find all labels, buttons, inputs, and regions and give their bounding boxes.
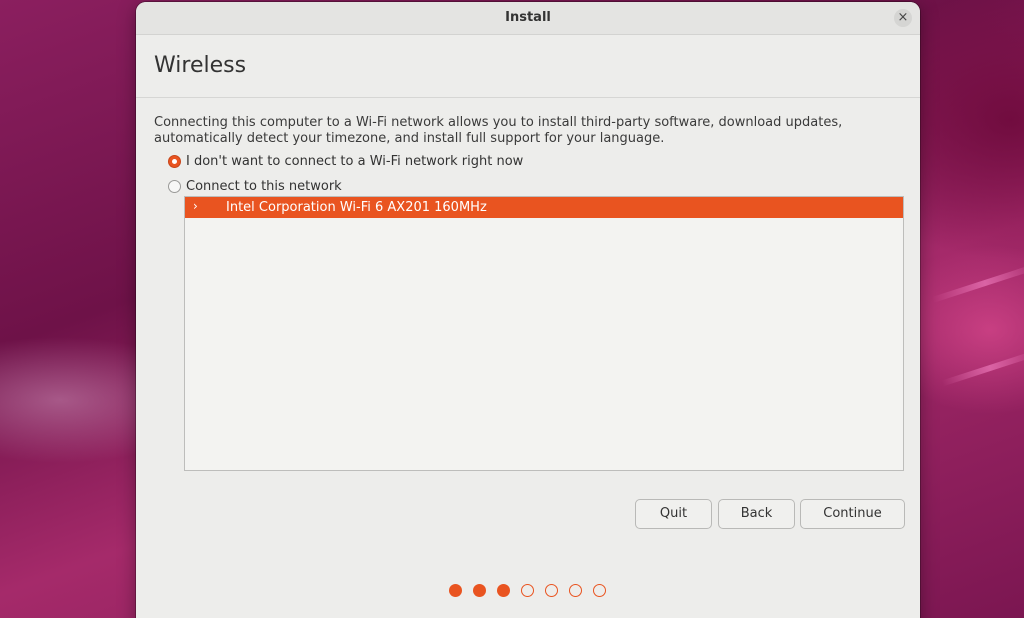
quit-button[interactable]: Quit <box>635 499 712 529</box>
chevron-right-icon[interactable]: › <box>193 199 198 213</box>
radio-unchecked-icon[interactable] <box>168 179 181 193</box>
window-titlebar[interactable]: Install × <box>136 2 920 35</box>
progress-dot-pending <box>569 584 582 597</box>
option-no-wifi-label: I don't want to connect to a Wi-Fi netwo… <box>186 153 524 169</box>
progress-dot-complete <box>449 584 462 597</box>
wallpaper-streak <box>931 263 1024 303</box>
network-list-item[interactable]: › Intel Corporation Wi-Fi 6 AX201 160MHz <box>185 197 903 218</box>
page-header: Wireless <box>136 35 920 98</box>
wallpaper-streak <box>941 349 1024 387</box>
close-icon[interactable]: × <box>894 9 912 27</box>
option-no-wifi[interactable]: I don't want to connect to a Wi-Fi netwo… <box>168 152 523 170</box>
progress-dot-complete <box>473 584 486 597</box>
progress-dot-complete <box>497 584 510 597</box>
option-connect-network[interactable]: Connect to this network <box>168 177 342 195</box>
step-progress-indicator <box>449 584 606 597</box>
continue-button[interactable]: Continue <box>800 499 905 529</box>
window-title: Install <box>505 10 551 25</box>
progress-dot-pending <box>593 584 606 597</box>
page-title: Wireless <box>154 53 247 78</box>
back-button[interactable]: Back <box>718 499 795 529</box>
network-name: Intel Corporation Wi-Fi 6 AX201 160MHz <box>226 200 487 215</box>
option-connect-network-label: Connect to this network <box>186 178 342 194</box>
progress-dot-pending <box>521 584 534 597</box>
page-description: Connecting this computer to a Wi-Fi netw… <box>154 115 843 146</box>
installer-window: Install × Wireless Connecting this compu… <box>136 2 920 618</box>
radio-checked-icon[interactable] <box>168 154 181 168</box>
progress-dot-pending <box>545 584 558 597</box>
network-list[interactable]: › Intel Corporation Wi-Fi 6 AX201 160MHz <box>184 196 904 471</box>
